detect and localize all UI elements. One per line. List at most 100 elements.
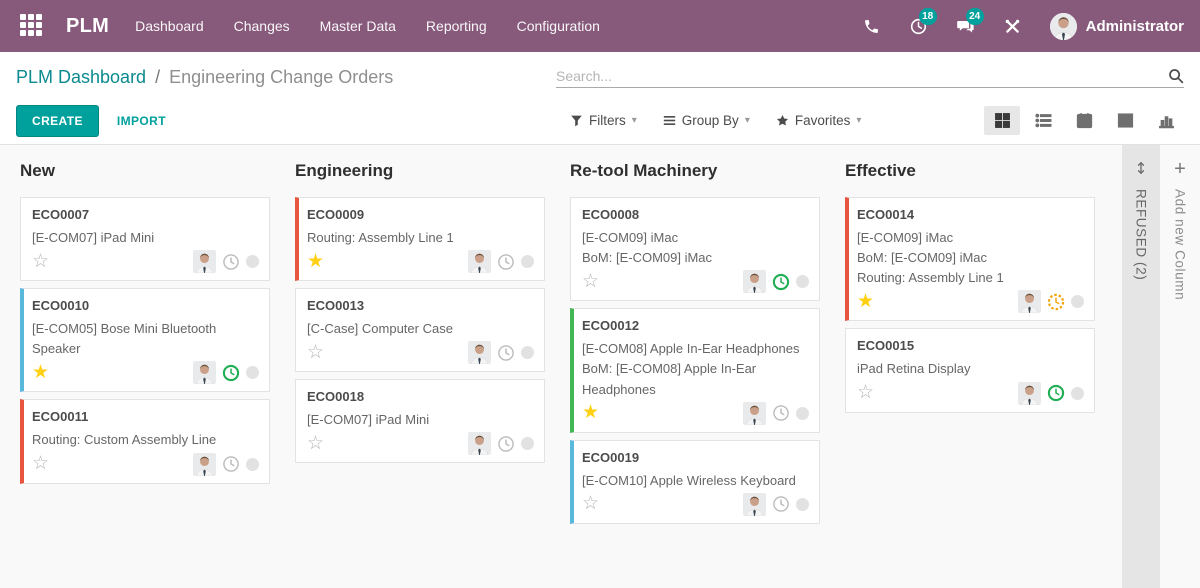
kanban-state-dot[interactable] — [246, 255, 259, 268]
apps-menu-icon[interactable] — [20, 14, 44, 38]
view-kanban-button[interactable] — [984, 106, 1020, 135]
kanban-board: New ECO0007 [E-COM07] iPad Mini ☆ ECO001… — [0, 145, 1200, 588]
view-switcher — [984, 106, 1184, 135]
star-icon[interactable]: ☆ — [32, 454, 49, 474]
tools-icon[interactable] — [1003, 16, 1023, 36]
activity-clock-icon[interactable] — [772, 495, 790, 513]
kanban-state-dot[interactable] — [1071, 387, 1084, 400]
kanban-state-dot[interactable] — [796, 275, 809, 288]
avatar[interactable] — [468, 432, 491, 455]
kanban-card[interactable]: ECO0015 iPad Retina Display ☆ — [845, 328, 1095, 412]
phone-icon[interactable] — [862, 16, 882, 36]
app-brand[interactable]: PLM — [66, 15, 109, 38]
view-list-button[interactable] — [1025, 106, 1061, 135]
create-button[interactable]: CREATE — [16, 105, 99, 137]
column-cards: ECO0014 [E-COM09] iMac BoM: [E-COM09] iM… — [845, 197, 1095, 413]
avatar[interactable] — [1018, 290, 1041, 313]
activity-clock-icon[interactable] — [222, 455, 240, 473]
star-icon[interactable]: ★ — [307, 252, 324, 272]
avatar[interactable] — [193, 361, 216, 384]
avatar[interactable] — [193, 453, 216, 476]
kanban-card[interactable]: ECO0012 [E-COM08] Apple In-Ear Headphone… — [570, 308, 820, 432]
activity-clock-icon[interactable] — [772, 404, 790, 422]
kanban-state-dot[interactable] — [246, 458, 259, 471]
star-icon[interactable]: ☆ — [582, 272, 599, 292]
card-description: [E-COM07] iPad Mini — [32, 228, 259, 248]
card-title: ECO0015 — [857, 338, 1084, 353]
collapsed-column-refused[interactable]: REFUSED (2) — [1122, 145, 1160, 588]
avatar[interactable] — [743, 493, 766, 516]
star-icon[interactable]: ★ — [32, 363, 49, 383]
star-icon[interactable]: ☆ — [32, 252, 49, 272]
menu-reporting[interactable]: Reporting — [426, 18, 487, 34]
activity-clock-icon[interactable] — [772, 273, 790, 291]
card-description: [C-Case] Computer Case — [307, 319, 534, 339]
activity-clock-icon[interactable] — [497, 253, 515, 271]
kanban-card[interactable]: ECO0010 [E-COM05] Bose Mini Bluetooth Sp… — [20, 288, 270, 392]
menu-dashboard[interactable]: Dashboard — [135, 18, 204, 34]
activity-clock-icon[interactable] — [1047, 293, 1065, 311]
kanban-card[interactable]: ECO0019 [E-COM10] Apple Wireless Keyboar… — [570, 440, 820, 524]
kanban-state-dot[interactable] — [521, 255, 534, 268]
avatar[interactable] — [468, 250, 491, 273]
activity-clock-icon[interactable] — [222, 364, 240, 382]
favorites-dropdown[interactable]: Favorites ▾ — [776, 113, 862, 128]
import-button[interactable]: IMPORT — [117, 114, 166, 128]
view-pivot-button[interactable] — [1107, 106, 1143, 135]
kanban-card[interactable]: ECO0008 [E-COM09] iMac BoM: [E-COM09] iM… — [570, 197, 820, 301]
user-menu[interactable]: Administrator — [1050, 13, 1184, 40]
search-input[interactable] — [556, 68, 1168, 84]
add-new-column-button[interactable]: + Add new Column — [1160, 145, 1200, 588]
kanban-state-dot[interactable] — [521, 437, 534, 450]
filters-dropdown[interactable]: Filters ▾ — [570, 113, 637, 128]
activities-clock-icon[interactable]: 18 — [909, 16, 929, 36]
kanban-state-dot[interactable] — [796, 407, 809, 420]
view-calendar-button[interactable] — [1066, 106, 1102, 135]
activity-clock-icon[interactable] — [497, 344, 515, 362]
kanban-card[interactable]: ECO0014 [E-COM09] iMac BoM: [E-COM09] iM… — [845, 197, 1095, 321]
kanban-state-dot[interactable] — [796, 498, 809, 511]
kanban-column: New ECO0007 [E-COM07] iPad Mini ☆ ECO001… — [20, 161, 270, 524]
menu-changes[interactable]: Changes — [234, 18, 290, 34]
chevron-down-icon: ▾ — [632, 115, 637, 126]
kanban-card[interactable]: ECO0018 [E-COM07] iPad Mini ☆ — [295, 379, 545, 463]
activity-clock-icon[interactable] — [222, 253, 240, 271]
star-icon[interactable]: ☆ — [857, 383, 874, 403]
search-box — [556, 68, 1184, 88]
activity-clock-icon[interactable] — [497, 435, 515, 453]
activities-badge: 18 — [919, 8, 937, 25]
star-icon[interactable]: ☆ — [582, 494, 599, 514]
kanban-card[interactable]: ECO0011 Routing: Custom Assembly Line ☆ — [20, 399, 270, 483]
card-description: [E-COM09] iMac BoM: [E-COM09] iMac — [582, 228, 809, 268]
star-icon[interactable]: ☆ — [307, 434, 324, 454]
avatar[interactable] — [468, 341, 491, 364]
card-description: iPad Retina Display — [857, 359, 1084, 379]
kanban-card[interactable]: ECO0007 [E-COM07] iPad Mini ☆ — [20, 197, 270, 281]
avatar[interactable] — [743, 270, 766, 293]
star-icon[interactable]: ★ — [857, 292, 874, 312]
star-icon[interactable]: ☆ — [307, 343, 324, 363]
avatar[interactable] — [193, 250, 216, 273]
menu-configuration[interactable]: Configuration — [517, 18, 600, 34]
kanban-state-dot[interactable] — [521, 346, 534, 359]
breadcrumb-parent-link[interactable]: PLM Dashboard — [16, 67, 146, 88]
avatar[interactable] — [743, 402, 766, 425]
activity-clock-icon[interactable] — [1047, 384, 1065, 402]
avatar[interactable] — [1018, 382, 1041, 405]
favorites-star-icon — [776, 114, 789, 127]
kanban-state-dot[interactable] — [246, 366, 259, 379]
search-icon[interactable] — [1168, 68, 1184, 84]
card-title: ECO0014 — [857, 207, 1084, 222]
card-description: [E-COM10] Apple Wireless Keyboard — [582, 471, 809, 491]
column-title: Engineering — [295, 161, 545, 181]
card-title: ECO0018 — [307, 389, 534, 404]
column-cards: ECO0008 [E-COM09] iMac BoM: [E-COM09] iM… — [570, 197, 820, 524]
star-icon[interactable]: ★ — [582, 403, 599, 423]
group-by-dropdown[interactable]: Group By ▾ — [663, 113, 750, 128]
menu-master-data[interactable]: Master Data — [320, 18, 396, 34]
messages-icon[interactable]: 24 — [956, 16, 976, 36]
kanban-state-dot[interactable] — [1071, 295, 1084, 308]
kanban-card[interactable]: ECO0009 Routing: Assembly Line 1 ★ — [295, 197, 545, 281]
view-graph-button[interactable] — [1148, 106, 1184, 135]
kanban-card[interactable]: ECO0013 [C-Case] Computer Case ☆ — [295, 288, 545, 372]
